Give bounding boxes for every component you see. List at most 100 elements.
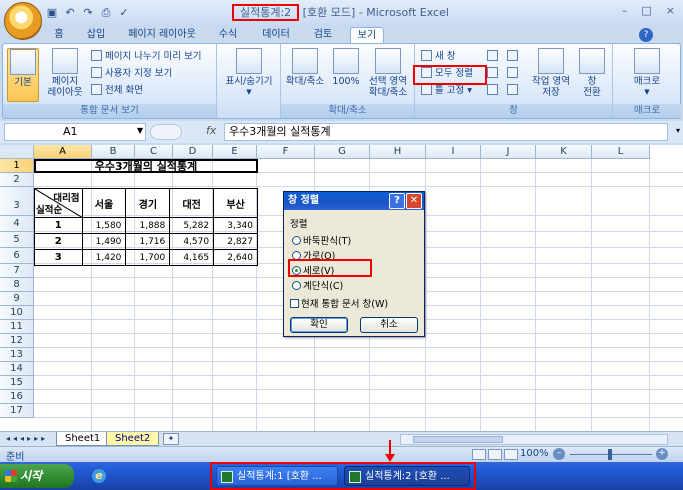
office-button[interactable] [4, 2, 42, 40]
row-header[interactable]: 3 [0, 187, 34, 216]
redo-icon[interactable]: ↷ [80, 5, 96, 21]
zoom-slider-thumb[interactable] [608, 449, 612, 460]
column-header[interactable]: J [481, 145, 536, 159]
normal-view-button[interactable]: 기본 [7, 48, 39, 102]
header-busan[interactable]: 부산 [213, 188, 258, 218]
name-box-dropdown-icon[interactable]: ▼ [137, 126, 143, 135]
column-header[interactable]: I [426, 145, 481, 159]
zoom-100-button[interactable]: 100% [331, 48, 361, 87]
print-preview-icon[interactable]: ⎙ [98, 5, 114, 21]
new-window-button[interactable]: 새 창 [421, 50, 456, 64]
column-header[interactable]: E [213, 145, 257, 159]
tab-review[interactable]: 검토 [308, 27, 338, 43]
freeze-panes-button[interactable]: 틀 고정 ▾ [421, 84, 472, 98]
value-cell[interactable]: 3,340 [213, 217, 258, 234]
row-header[interactable]: 6 [0, 248, 34, 264]
value-cell[interactable]: 4,165 [169, 249, 215, 266]
rank-cell[interactable]: 3 [34, 249, 83, 266]
cancel-button[interactable]: 취소 [360, 317, 418, 333]
spellcheck-icon[interactable]: ✓ [116, 5, 132, 21]
header-gyeonggi[interactable]: 경기 [125, 188, 171, 218]
row-header[interactable]: 1 [0, 159, 34, 173]
hide-icon[interactable] [487, 67, 501, 81]
row-header[interactable]: 4 [0, 216, 34, 232]
dialog-title-bar[interactable]: 창 정렬 ? ✕ [284, 192, 424, 210]
zoom-button[interactable]: 확대/축소 [283, 48, 327, 87]
help-icon[interactable]: ? [639, 28, 653, 42]
column-header[interactable]: B [92, 145, 135, 159]
active-workbook-checkbox[interactable]: 현재 통합 문서 창(W) [290, 296, 388, 310]
tab-insert[interactable]: 삽입 [82, 27, 110, 43]
row-header[interactable]: 2 [0, 173, 34, 187]
page-layout-view-icon[interactable] [488, 449, 502, 460]
value-cell[interactable]: 5,282 [169, 217, 215, 234]
row-header[interactable]: 9 [0, 292, 34, 306]
page-layout-view-button[interactable]: 페이지 레이아웃 [43, 48, 87, 98]
row-header[interactable]: 7 [0, 264, 34, 278]
tab-view[interactable]: 보기 [350, 27, 384, 43]
undo-icon[interactable]: ↶ [62, 5, 78, 21]
value-cell[interactable]: 1,716 [125, 233, 171, 250]
row-header[interactable]: 14 [0, 362, 34, 376]
diagonal-header-cell[interactable]: 대리점 실적순 [34, 188, 83, 218]
value-cell[interactable]: 4,570 [169, 233, 215, 250]
rank-cell[interactable]: 1 [34, 217, 83, 234]
scroll-thumb[interactable] [413, 436, 503, 443]
tab-home[interactable]: 홈 [46, 27, 72, 43]
value-cell[interactable]: 1,490 [81, 233, 127, 250]
tab-page-layout[interactable]: 페이지 레이아웃 [122, 27, 202, 43]
title-cell[interactable]: 우수3개월의 실적통계 [34, 159, 258, 173]
value-cell[interactable]: 2,640 [213, 249, 258, 266]
dialog-help-icon[interactable]: ? [389, 193, 405, 209]
start-button[interactable]: 시작 [0, 464, 74, 488]
sync-scroll-icon[interactable] [507, 67, 521, 81]
zoom-level[interactable]: 100% [520, 448, 549, 459]
row-header[interactable]: 16 [0, 390, 34, 404]
value-cell[interactable]: 1,580 [81, 217, 127, 234]
tab-data[interactable]: 데이터 [256, 27, 296, 43]
column-header[interactable]: G [315, 145, 370, 159]
split-icon[interactable] [487, 50, 501, 64]
tab-formulas[interactable]: 수식 [214, 27, 242, 43]
formula-input[interactable]: 우수3개월의 실적통계 [224, 123, 668, 141]
horizontal-scrollbar[interactable] [400, 434, 668, 445]
unhide-icon[interactable] [487, 84, 501, 98]
zoom-in-icon[interactable]: + [656, 448, 668, 460]
minimize-button[interactable]: – [622, 4, 628, 17]
sheet-tab-sheet1[interactable]: Sheet1 [56, 432, 110, 446]
formula-cancel-icon[interactable] [150, 124, 182, 140]
insert-function-icon[interactable]: fx [206, 124, 216, 137]
name-box[interactable]: A1 [4, 123, 146, 141]
value-cell[interactable]: 1,700 [125, 249, 171, 266]
column-header[interactable]: H [370, 145, 426, 159]
switch-windows-button[interactable]: 창 전환 [575, 48, 609, 98]
column-header[interactable]: D [173, 145, 213, 159]
column-header[interactable]: L [592, 145, 650, 159]
sheet-nav-arrows-icon[interactable]: ◂◂◂▸▸▸ [6, 434, 48, 443]
reset-position-icon[interactable] [507, 84, 521, 98]
dialog-close-icon[interactable]: ✕ [406, 193, 422, 209]
value-cell[interactable]: 1,888 [125, 217, 171, 234]
row-header[interactable]: 8 [0, 278, 34, 292]
insert-sheet-icon[interactable]: ✦ [163, 433, 179, 445]
expand-formula-icon[interactable]: ▾ [676, 126, 680, 135]
row-header[interactable]: 11 [0, 320, 34, 334]
row-header[interactable]: 10 [0, 306, 34, 320]
header-daejeon[interactable]: 대전 [169, 188, 215, 218]
row-header[interactable]: 15 [0, 376, 34, 390]
restore-button[interactable]: □ [641, 4, 651, 17]
ok-button[interactable]: 확인 [290, 317, 348, 333]
internet-explorer-icon[interactable]: e [92, 469, 106, 483]
radio-tiled[interactable]: 바둑판식(T) [292, 233, 351, 247]
zoom-out-icon[interactable]: – [553, 448, 565, 460]
row-header[interactable]: 17 [0, 404, 34, 418]
value-cell[interactable]: 1,420 [81, 249, 127, 266]
save-workspace-button[interactable]: 작업 영역 저장 [529, 48, 573, 98]
column-header[interactable]: F [257, 145, 315, 159]
macros-button[interactable]: 매크로 ▼ [623, 48, 671, 98]
zoom-selection-button[interactable]: 선택 영역 확대/축소 [363, 48, 413, 98]
column-header[interactable]: A [34, 145, 92, 159]
header-seoul[interactable]: 서울 [81, 188, 127, 218]
close-button[interactable]: × [666, 4, 675, 17]
rank-cell[interactable]: 2 [34, 233, 83, 250]
